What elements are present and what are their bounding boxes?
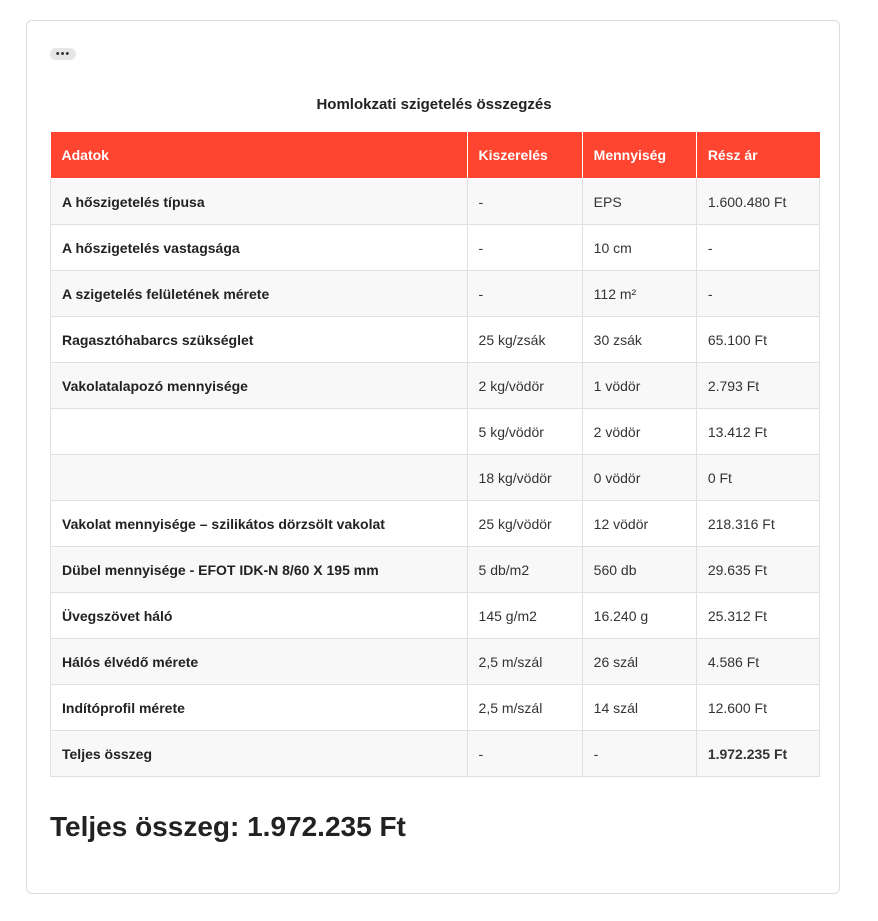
cell-kiszereles: - xyxy=(466,730,583,777)
table-row: Hálós élvédő mérete 2,5 m/szál 26 szál 4… xyxy=(50,638,821,685)
cell-mennyiseg: 16.240 g xyxy=(581,592,697,639)
cell-mennyiseg: 14 szál xyxy=(581,684,697,731)
row-label: Vakolat mennyisége – szilikátos dörzsölt… xyxy=(50,500,468,547)
cell-mennyiseg: - xyxy=(581,730,697,777)
cell-mennyiseg: 30 zsák xyxy=(581,316,697,363)
cell-kiszereles: 25 kg/zsák xyxy=(466,316,583,363)
more-options-button[interactable]: ••• xyxy=(50,48,76,60)
table-row: Dübel mennyisége - EFOT IDK-N 8/60 X 195… xyxy=(50,546,821,593)
table-row: Vakolat mennyisége – szilikátos dörzsölt… xyxy=(50,500,821,547)
total-label: Teljes összeg xyxy=(50,730,468,777)
cell-resz-ar: 0 Ft xyxy=(695,454,821,501)
table-row: A hőszigetelés típusa - EPS 1.600.480 Ft xyxy=(50,178,821,225)
cell-mennyiseg: 12 vödör xyxy=(581,500,697,547)
row-label: A szigetelés felületének mérete xyxy=(50,270,468,317)
table-row: Üvegszövet háló 145 g/m2 16.240 g 25.312… xyxy=(50,592,821,639)
cell-kiszereles: 5 kg/vödör xyxy=(466,408,583,455)
summary-table: Adatok Kiszerelés Mennyiség Rész ár A hő… xyxy=(50,132,821,777)
cell-resz-ar: 65.100 Ft xyxy=(695,316,821,363)
cell-mennyiseg: 10 cm xyxy=(581,224,697,271)
cell-mennyiseg: 0 vödör xyxy=(581,454,697,501)
table-row: A szigetelés felületének mérete - 112 m²… xyxy=(50,270,821,317)
row-label: A hőszigetelés típusa xyxy=(50,178,468,225)
row-label: Vakolatalapozó mennyisége xyxy=(50,362,468,409)
cell-mennyiseg: EPS xyxy=(581,178,697,225)
row-label xyxy=(50,454,468,501)
cell-resz-ar: 12.600 Ft xyxy=(695,684,821,731)
table-row: 5 kg/vödör 2 vödör 13.412 Ft xyxy=(50,408,821,455)
table-row: 18 kg/vödör 0 vödör 0 Ft xyxy=(50,454,821,501)
cell-kiszereles: - xyxy=(466,224,583,271)
cell-kiszereles: 2 kg/vödör xyxy=(466,362,583,409)
cell-resz-ar: 4.586 Ft xyxy=(695,638,821,685)
cell-kiszereles: 145 g/m2 xyxy=(466,592,583,639)
cell-resz-ar: 13.412 Ft xyxy=(695,408,821,455)
cell-resz-ar: - xyxy=(695,270,821,317)
cell-mennyiseg: 26 szál xyxy=(581,638,697,685)
cell-kiszereles: - xyxy=(466,178,583,225)
cell-resz-ar: 2.793 Ft xyxy=(695,362,821,409)
cell-kiszereles: 2,5 m/szál xyxy=(466,638,583,685)
cell-kiszereles: 25 kg/vödör xyxy=(466,500,583,547)
row-label xyxy=(50,408,468,455)
cell-mennyiseg: 1 vödör xyxy=(581,362,697,409)
cell-kiszereles: 18 kg/vödör xyxy=(466,454,583,501)
cell-kiszereles: 5 db/m2 xyxy=(466,546,583,593)
cell-kiszereles: - xyxy=(466,270,583,317)
table-row: A hőszigetelés vastagsága - 10 cm - xyxy=(50,224,821,271)
cell-kiszereles: 2,5 m/szál xyxy=(466,684,583,731)
cell-resz-ar: 1.600.480 Ft xyxy=(695,178,821,225)
row-label: Dübel mennyisége - EFOT IDK-N 8/60 X 195… xyxy=(50,546,468,593)
cell-resz-ar: - xyxy=(695,224,821,271)
header-adatok: Adatok xyxy=(50,132,468,179)
header-mennyiseg: Mennyiség xyxy=(581,132,697,179)
header-kiszereles: Kiszerelés xyxy=(466,132,583,179)
cell-resz-ar: 218.316 Ft xyxy=(695,500,821,547)
row-label: Üvegszövet háló xyxy=(50,592,468,639)
table-title: Homlokzati szigetelés összegzés xyxy=(316,96,552,113)
cell-mennyiseg: 560 db xyxy=(581,546,697,593)
row-label: Ragasztóhabarcs szükséglet xyxy=(50,316,468,363)
grand-total-heading: Teljes összeg: 1.972.235 Ft xyxy=(50,811,406,842)
cell-resz-ar: 29.635 Ft xyxy=(695,546,821,593)
table-row: Indítóprofil mérete 2,5 m/szál 14 szál 1… xyxy=(50,684,821,731)
summary-card: ••• Homlokzati szigetelés összegzés Adat… xyxy=(26,20,840,894)
cell-resz-ar: 25.312 Ft xyxy=(695,592,821,639)
table-header-row: Adatok Kiszerelés Mennyiség Rész ár xyxy=(50,132,820,179)
total-value: 1.972.235 Ft xyxy=(695,730,821,777)
row-label: A hőszigetelés vastagsága xyxy=(50,224,468,271)
header-resz-ar: Rész ár xyxy=(695,132,820,179)
row-label: Indítóprofil mérete xyxy=(50,684,468,731)
table-total-row: Teljes összeg - - 1.972.235 Ft xyxy=(50,730,821,777)
table-row: Ragasztóhabarcs szükséglet 25 kg/zsák 30… xyxy=(50,316,821,363)
row-label: Hálós élvédő mérete xyxy=(50,638,468,685)
cell-mennyiseg: 112 m² xyxy=(581,270,697,317)
cell-mennyiseg: 2 vödör xyxy=(581,408,697,455)
table-row: Vakolatalapozó mennyisége 2 kg/vödör 1 v… xyxy=(50,362,821,409)
